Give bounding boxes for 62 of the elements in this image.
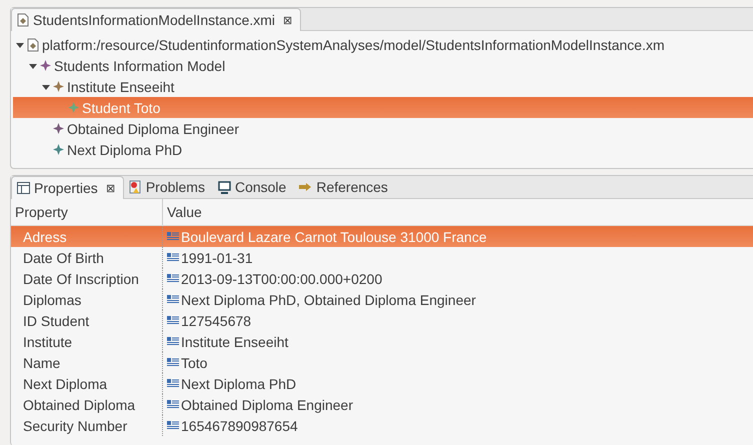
value-icon (167, 400, 179, 409)
table-row[interactable]: Date Of Inscription 2013-09-13T00:00:00.000+0200 (11, 268, 753, 289)
tree-item[interactable]: Students Information Model (11, 55, 753, 76)
property-name: Security Number (11, 415, 163, 436)
tree-item[interactable]: Obtained Diploma Engineer (11, 118, 753, 139)
property-name: Obtained Diploma (11, 394, 163, 415)
view-tab[interactable]: Problems (124, 176, 213, 198)
value-icon (167, 232, 179, 241)
table-row[interactable]: Diplomas Next Diploma PhD, Obtained Diploma Engineer (11, 289, 753, 310)
table-row[interactable]: ID Student 127545678 (11, 310, 753, 331)
editor-tab[interactable]: StudentsInformationModelInstance.xmi ⊠ (11, 8, 302, 31)
expand-arrow-icon[interactable] (16, 40, 24, 48)
table-row[interactable]: Date Of Birth 1991-01-31 (11, 247, 753, 268)
property-name: ID Student (11, 310, 163, 331)
view-tab[interactable]: Console (212, 176, 294, 198)
property-name: Adress (11, 226, 163, 247)
tree-item[interactable]: Next Diploma PhD (11, 139, 753, 160)
close-icon[interactable]: ⊠ (283, 14, 292, 26)
file-icon (27, 38, 39, 52)
property-value: Toto (181, 354, 208, 370)
property-name: Date Of Inscription (11, 268, 163, 289)
file-icon (17, 13, 29, 27)
table-row[interactable]: Name Toto (11, 352, 753, 373)
tree-item[interactable]: Institute Enseeiht (11, 76, 753, 97)
view-tab[interactable]: Properties ⊠ (11, 176, 124, 199)
property-value: Institute Enseeiht (181, 334, 288, 350)
property-value: 165467890987654 (181, 418, 298, 434)
property-value: Next Diploma PhD, Obtained Diploma Engineer (181, 292, 476, 308)
property-name: Institute (11, 331, 163, 352)
value-icon (167, 274, 179, 283)
value-icon (167, 295, 179, 304)
arrow-icon (299, 183, 312, 191)
expand-arrow-icon[interactable] (42, 82, 50, 90)
value-icon (167, 379, 179, 388)
table-row[interactable]: Security Number 165467890987654 (11, 415, 753, 436)
value-icon (167, 337, 179, 346)
table-row[interactable]: Institute Institute Enseeiht (11, 331, 753, 352)
close-icon[interactable]: ⊠ (106, 182, 115, 194)
value-icon (167, 421, 179, 430)
value-icon (167, 253, 179, 262)
property-name: Name (11, 352, 163, 373)
property-name: Date Of Birth (11, 247, 163, 268)
table-row[interactable]: Next Diploma Next Diploma PhD (11, 373, 753, 394)
view-tab[interactable]: References (294, 176, 396, 198)
property-name: Next Diploma (11, 373, 163, 394)
tree-item[interactable]: platform:/resource/StudentinformationSystemAnalyses/model/StudentsInformationModelInstance.xm (11, 34, 753, 55)
column-header[interactable]: Value (163, 199, 202, 225)
property-value: 127545678 (181, 312, 252, 328)
warning-icon (128, 180, 142, 194)
expand-arrow-icon[interactable] (28, 62, 36, 70)
table-row[interactable]: Obtained Diploma Obtained Diploma Engineer (11, 394, 753, 415)
column-header[interactable]: Property (11, 199, 163, 225)
property-value: 1991-01-31 (181, 250, 253, 266)
property-name: Diplomas (11, 289, 163, 310)
value-icon (167, 358, 179, 367)
property-value: Obtained Diploma Engineer (181, 396, 353, 412)
value-icon (167, 316, 179, 325)
property-value: Boulevard Lazare Carnot Toulouse 31000 France (181, 228, 487, 244)
property-value: Next Diploma PhD (181, 376, 296, 392)
table-icon (17, 182, 30, 194)
monitor-icon (218, 180, 231, 194)
property-value: 2013-09-13T00:00:00.000+0200 (181, 270, 382, 286)
